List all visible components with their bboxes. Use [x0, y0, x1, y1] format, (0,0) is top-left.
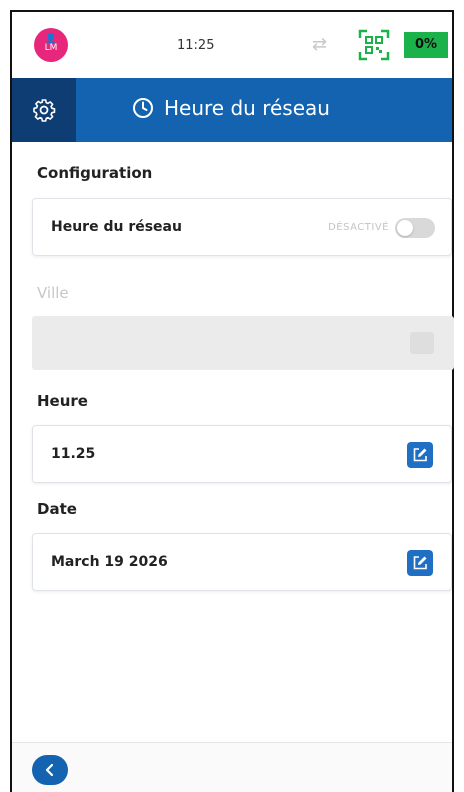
app-header: Heure du réseau	[12, 78, 452, 142]
toggle-knob	[397, 220, 413, 236]
ville-edit-icon	[410, 332, 434, 354]
network-time-card: Heure du réseau DÉSACTIVÉ	[32, 198, 452, 256]
date-card: March 19 2026	[32, 533, 452, 591]
page-title-text: Heure du réseau	[164, 96, 330, 120]
edit-icon	[413, 448, 427, 462]
status-bar: 👤 LM 11:25 ⇄ 0%	[12, 12, 452, 78]
app-frame: 👤 LM 11:25 ⇄ 0% Heure du réseau Configur…	[10, 10, 454, 792]
ville-field	[32, 316, 454, 370]
toggle-state-text: DÉSACTIVÉ	[328, 222, 389, 233]
avatar-initials: LM	[44, 43, 58, 53]
date-edit-button[interactable]	[407, 550, 433, 576]
back-button[interactable]	[32, 755, 68, 785]
clock-icon	[133, 98, 153, 118]
status-time: 11:25	[177, 38, 215, 53]
battery-indicator: 0%	[404, 32, 448, 58]
gear-icon	[33, 99, 56, 122]
configuration-label: Configuration	[37, 164, 153, 182]
sync-arrows-icon: ⇄	[312, 34, 328, 55]
chevron-left-icon	[45, 763, 54, 777]
edit-icon	[413, 556, 427, 570]
user-avatar[interactable]: 👤 LM	[34, 28, 68, 62]
heure-card: 11.25	[32, 425, 452, 483]
page-title: Heure du réseau	[132, 96, 330, 120]
ville-label: Ville	[37, 284, 69, 302]
heure-edit-button[interactable]	[407, 442, 433, 468]
heure-value: 11.25	[51, 446, 96, 462]
qr-scan-icon[interactable]	[358, 29, 390, 61]
network-time-label: Heure du réseau	[51, 219, 182, 235]
settings-button[interactable]	[12, 78, 76, 142]
date-label: Date	[37, 500, 77, 518]
network-time-toggle[interactable]	[395, 218, 435, 238]
heure-label: Heure	[37, 392, 88, 410]
date-value: March 19 2026	[51, 554, 168, 570]
bottom-bar	[12, 742, 452, 792]
